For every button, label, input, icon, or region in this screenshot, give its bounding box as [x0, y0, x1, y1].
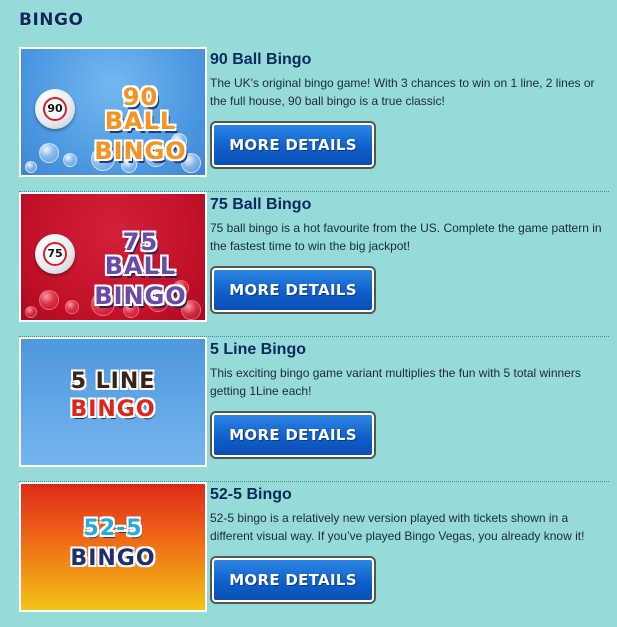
bubble-decoration: [39, 143, 59, 163]
bubble-decoration: [65, 300, 79, 314]
logo-line-2: BINGO: [70, 546, 156, 571]
more-details-button[interactable]: MORE DETAILS: [212, 123, 374, 167]
logo-line-1: 75 BALL: [104, 228, 177, 280]
game-thumbnail-75-ball[interactable]: 75 75 BALL BINGO: [19, 192, 207, 322]
game-thumbnail-52-5[interactable]: 52-5 BINGO: [19, 482, 207, 612]
game-description: This exciting bingo game variant multipl…: [210, 366, 581, 398]
bubble-decoration: [25, 306, 37, 318]
bingo-ball-icon: 75: [35, 234, 75, 274]
bubble-decoration: [39, 290, 59, 310]
game-description: 75 ball bingo is a hot favourite from th…: [210, 221, 602, 253]
game-card-5-line: 5 LINE BINGO 5 Line Bingo This exciting …: [0, 337, 617, 482]
logo-line-1: 90 BALL: [104, 83, 177, 135]
logo-line-2: BINGO: [70, 397, 156, 422]
game-card-52-5: 52-5 BINGO 52-5 Bingo 52-5 bingo is a re…: [0, 482, 617, 627]
game-title: 5 Line Bingo: [210, 341, 306, 358]
game-logo-90-ball: 90 BALL BINGO: [83, 85, 198, 163]
game-logo-5-line: 5 LINE BINGO: [21, 371, 205, 421]
game-card-90-ball: 90 90 BALL BINGO 90 Ball Bingo The UK's …: [0, 47, 617, 192]
bubble-decoration: [63, 153, 77, 167]
logo-line-1: 52-5: [83, 516, 143, 541]
page-title: BINGO: [19, 10, 84, 30]
more-details-button[interactable]: MORE DETAILS: [212, 268, 374, 312]
logo-line-2: BINGO: [94, 282, 187, 310]
bingo-ball-number: 90: [43, 97, 67, 121]
logo-line-2: BINGO: [94, 137, 187, 165]
game-title: 90 Ball Bingo: [210, 51, 312, 68]
game-title: 52-5 Bingo: [210, 486, 292, 503]
game-description: 52-5 bingo is a relatively new version p…: [210, 511, 585, 543]
game-thumbnail-90-ball[interactable]: 90 90 BALL BINGO: [19, 47, 207, 177]
bingo-ball-number: 75: [43, 242, 67, 266]
bubble-decoration: [25, 161, 37, 173]
game-title: 75 Ball Bingo: [210, 196, 312, 213]
game-thumbnail-5-line[interactable]: 5 LINE BINGO: [19, 337, 207, 467]
more-details-button[interactable]: MORE DETAILS: [212, 558, 374, 602]
logo-line-1: 5 LINE: [70, 369, 156, 394]
game-card-75-ball: 75 75 BALL BINGO 75 Ball Bingo 75 ball b…: [0, 192, 617, 337]
game-logo-75-ball: 75 BALL BINGO: [83, 230, 198, 308]
more-details-button[interactable]: MORE DETAILS: [212, 413, 374, 457]
bingo-ball-icon: 90: [35, 89, 75, 129]
game-logo-52-5: 52-5 BINGO: [21, 518, 205, 570]
game-description: The UK's original bingo game! With 3 cha…: [210, 76, 595, 108]
